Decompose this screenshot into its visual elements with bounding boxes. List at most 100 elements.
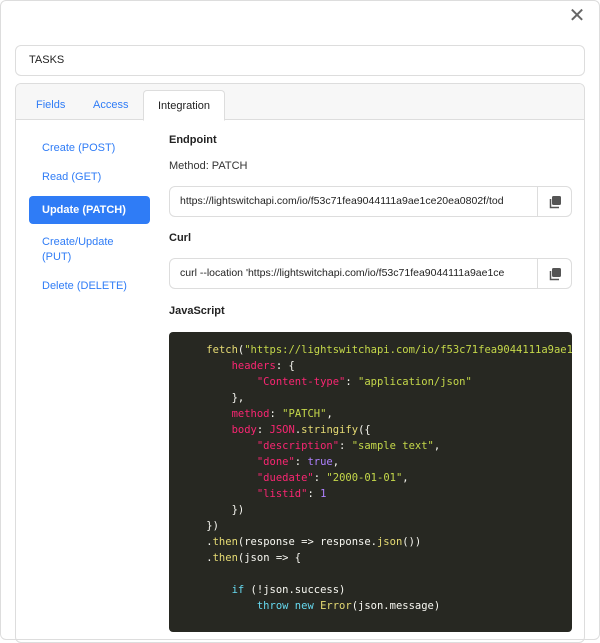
endpoint-url-field: https://lightswitchapi.com/io/f53c71fea9… (169, 186, 572, 217)
copy-curl-button[interactable] (537, 259, 571, 288)
code-line: "duedate": "2000-01-01", (181, 470, 572, 486)
modal-dialog: ✕ TASKS Fields Access Integration Create… (0, 0, 600, 643)
copy-icon (549, 267, 561, 280)
javascript-heading: JavaScript (169, 305, 225, 317)
javascript-code-block[interactable]: fetch("https://lightswitchapi.com/io/f53… (169, 332, 572, 632)
code-token: then (212, 552, 238, 564)
code-line: body: JSON.stringify({ (181, 422, 572, 438)
code-token: method (231, 408, 270, 420)
nav-item-create-post[interactable]: Create (POST) (29, 134, 150, 163)
endpoint-url-input[interactable]: https://lightswitchapi.com/io/f53c71fea9… (170, 187, 537, 216)
nav-item-delete[interactable]: Delete (DELETE) (29, 272, 150, 301)
code-token: throw (256, 600, 289, 612)
code-token: "description" (256, 440, 340, 452)
code-token: : (345, 376, 359, 388)
code-token: (!json.success) (244, 584, 346, 596)
code-line: fetch("https://lightswitchapi.com/io/f53… (181, 342, 572, 358)
code-token: "application/json" (358, 376, 472, 388)
code-token: 1 (320, 488, 327, 500)
code-token: , (402, 472, 409, 484)
code-token: : (307, 488, 321, 500)
tab-bar: Fields Access Integration (16, 84, 584, 121)
copy-icon (549, 195, 561, 208)
code-line: headers: { (181, 358, 572, 374)
code-line: }) (181, 518, 572, 534)
code-line: .then(json => { (181, 550, 572, 566)
nav-item-read-get[interactable]: Read (GET) (29, 163, 150, 192)
code-token: : (269, 408, 283, 420)
code-token: , (433, 440, 441, 452)
curl-heading: Curl (169, 232, 191, 244)
code-line: if (!json.success) (181, 582, 572, 598)
tab-access[interactable]: Access (79, 90, 142, 121)
nav-item-create-update-put[interactable]: Create/Update (PUT) (29, 228, 150, 272)
code-token: if (231, 584, 245, 596)
code-token: "done" (256, 456, 295, 468)
code-token: new (294, 600, 314, 612)
code-token: Error (320, 600, 352, 612)
endpoint-heading: Endpoint (169, 134, 217, 146)
method-label: Method: PATCH (169, 160, 248, 172)
code-token: }, (181, 392, 245, 404)
code-token: (json => { (237, 552, 302, 564)
code-line: }, (181, 390, 572, 406)
code-token: "PATCH" (282, 408, 327, 420)
code-token: stringify (301, 424, 359, 436)
code-token: ({ (358, 424, 371, 436)
code-token: then (212, 536, 238, 548)
table-name-field[interactable]: TASKS (15, 45, 585, 76)
code-line: }) (181, 502, 572, 518)
code-token: , (332, 456, 340, 468)
code-token: "listid" (256, 488, 308, 500)
code-token: true (307, 456, 333, 468)
copy-endpoint-button[interactable] (537, 187, 571, 216)
code-token: "2000-01-01" (326, 472, 403, 484)
code-token: (response => response. (237, 536, 377, 548)
code-token: : (313, 472, 327, 484)
code-token: : { (275, 360, 295, 372)
tab-integration[interactable]: Integration (143, 90, 225, 121)
method-nav: Create (POST) Read (GET) Update (PATCH) … (29, 134, 150, 301)
code-line: "listid": 1 (181, 486, 572, 502)
nav-item-update-patch[interactable]: Update (PATCH) (29, 196, 150, 224)
code-token: "Content-type" (256, 376, 346, 388)
code-token: json (376, 536, 403, 548)
code-token: : (339, 440, 352, 452)
code-token: fetch (206, 344, 238, 356)
code-token: ()) (402, 536, 422, 548)
code-line: "done": true, (181, 454, 572, 470)
code-token: : (294, 456, 308, 468)
code-token: body (231, 424, 257, 436)
code-token: "duedate" (256, 472, 314, 484)
code-token: (json.message) (351, 600, 441, 612)
curl-field: curl --location 'https://lightswitchapi.… (169, 258, 572, 289)
code-token: }) (181, 520, 219, 532)
code-token: JSON (269, 424, 295, 436)
code-token: }) (181, 504, 245, 516)
code-line: "Content-type": "application/json" (181, 374, 572, 390)
code-token: "https://lightswitchapi.com/io/f53c71fea… (244, 344, 572, 356)
code-token: . (181, 552, 213, 564)
integration-content: Endpoint Method: PATCH https://lightswit… (169, 130, 572, 632)
curl-input[interactable]: curl --location 'https://lightswitchapi.… (170, 259, 537, 288)
code-token: , (326, 408, 333, 420)
code-token: : (256, 424, 270, 436)
tab-fields[interactable]: Fields (22, 90, 79, 121)
code-token: . (181, 536, 213, 548)
code-line: .then(response => response.json()) (181, 534, 572, 550)
code-token: headers (231, 360, 276, 372)
code-line: throw new Error(json.message) (181, 598, 572, 614)
code-token: "sample text" (351, 440, 434, 452)
close-icon[interactable]: ✕ (567, 6, 587, 26)
code-line: method: "PATCH", (181, 406, 572, 422)
